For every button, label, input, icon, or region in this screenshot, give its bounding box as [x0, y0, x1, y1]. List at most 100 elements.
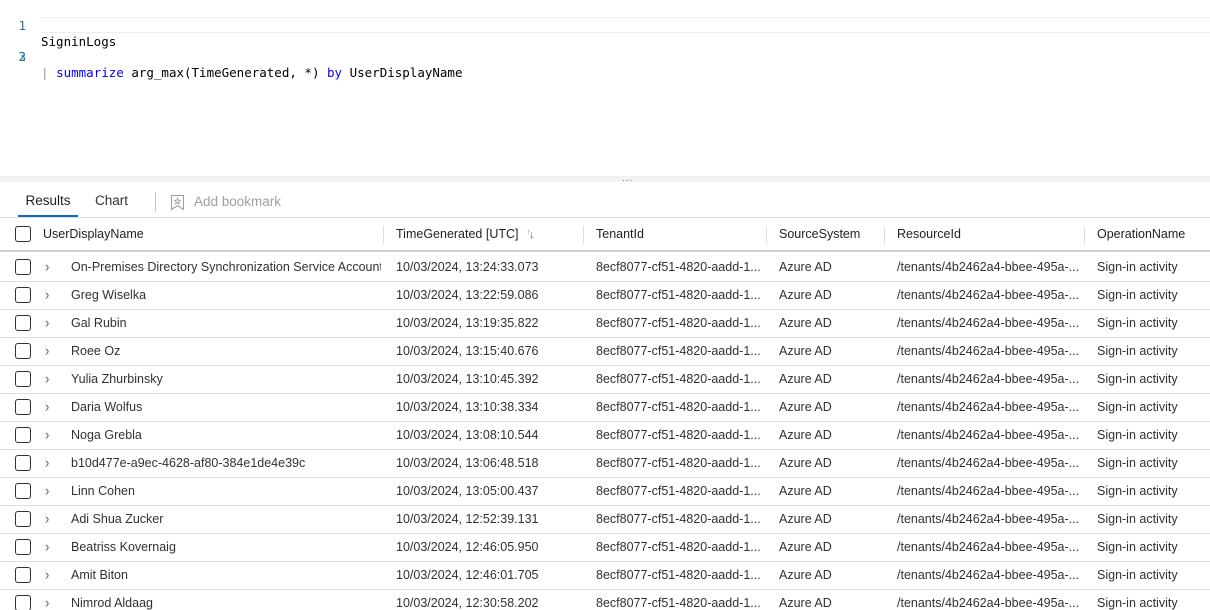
cell-operation: Sign-in activity [1097, 288, 1178, 302]
cell-time: 10/03/2024, 13:08:10.544 [396, 428, 539, 442]
code-text: | summarize arg_max(TimeGenerated, *) by… [41, 65, 462, 81]
drag-handle-icon[interactable]: ... [622, 174, 633, 184]
cell-resource: /tenants/4b2462a4-bbee-495a-... [897, 400, 1080, 414]
expand-chevron-icon[interactable]: › [45, 477, 49, 507]
cell-resource: /tenants/4b2462a4-bbee-495a-... [897, 344, 1080, 358]
sort-icon[interactable]: ↑↓ [527, 219, 535, 251]
function-token: arg_max(TimeGenerated, *) [123, 65, 327, 80]
code-line-1[interactable]: 1 SigninLogs [0, 2, 1210, 49]
expand-chevron-icon[interactable]: › [45, 337, 49, 367]
cell-time: 10/03/2024, 13:22:59.086 [396, 288, 539, 302]
expand-chevron-icon[interactable]: › [45, 561, 49, 591]
row-checkbox[interactable] [15, 371, 31, 387]
table-row[interactable]: › Gal Rubin 10/03/2024, 13:19:35.822 8ecf80… [0, 310, 1210, 338]
cell-tenant: 8ecf8077-cf51-4820-aadd-1... [596, 568, 761, 582]
row-checkbox[interactable] [15, 539, 31, 555]
tab-results-label: Results [25, 193, 71, 208]
table-row[interactable]: › Daria Wolfus 10/03/2024, 13:10:38.334 8ec… [0, 394, 1210, 422]
expand-chevron-icon[interactable]: › [45, 449, 49, 479]
table-row[interactable]: › Yulia Zhurbinsky 10/03/2024, 13:10:45.39… [0, 366, 1210, 394]
cell-operation: Sign-in activity [1097, 344, 1178, 358]
cell-source: Azure AD [779, 288, 832, 302]
table-row[interactable]: › Beatriss Kovernaig 10/03/2024, 12:46:05.… [0, 534, 1210, 562]
cell-operation: Sign-in activity [1097, 428, 1178, 442]
row-checkbox[interactable] [15, 595, 31, 610]
table-row[interactable]: › Roee Oz 10/03/2024, 13:15:40.676 8ecf8077… [0, 338, 1210, 366]
column-header-tenantid[interactable]: TenantId [596, 218, 644, 250]
expand-chevron-icon[interactable]: › [45, 365, 49, 395]
column-token: UserDisplayName [342, 65, 463, 80]
column-resize-handle[interactable] [766, 226, 767, 244]
expand-chevron-icon[interactable]: › [45, 309, 49, 339]
cell-time: 10/03/2024, 12:30:58.202 [396, 596, 539, 610]
row-checkbox[interactable] [15, 483, 31, 499]
table-row[interactable]: › Adi Shua Zucker 10/03/2024, 12:52:39.131… [0, 506, 1210, 534]
code-line-2[interactable]: 2 | summarize arg_max(TimeGenerated, *) … [0, 17, 1210, 80]
cell-user: b10d477e-a9ec-4628-af80-384e1de4e39c [71, 456, 306, 470]
table-row[interactable]: › Noga Grebla 10/03/2024, 13:08:10.544 8ecf… [0, 422, 1210, 450]
pipe-token: | [41, 65, 57, 80]
expand-chevron-icon[interactable]: › [45, 421, 49, 451]
row-checkbox[interactable] [15, 287, 31, 303]
cell-time: 10/03/2024, 13:15:40.676 [396, 344, 539, 358]
table-row[interactable]: › Linn Cohen 10/03/2024, 13:05:00.437 8ecf8… [0, 478, 1210, 506]
column-label: OperationName [1097, 227, 1186, 241]
expand-chevron-icon[interactable]: › [45, 589, 49, 610]
cell-operation: Sign-in activity [1097, 512, 1178, 526]
column-header-operationname[interactable]: OperationName [1097, 218, 1185, 250]
table-row[interactable]: › Greg Wiselka 10/03/2024, 13:22:59.086 8ec… [0, 282, 1210, 310]
column-label: SourceSystem [779, 227, 861, 241]
cell-user: Nimrod Aldaag [71, 596, 153, 610]
row-checkbox[interactable] [15, 343, 31, 359]
column-header-resourceid[interactable]: ResourceId [897, 218, 961, 250]
column-header-userdisplayname[interactable]: UserDisplayName [43, 218, 144, 250]
cell-source: Azure AD [779, 456, 832, 470]
column-resize-handle[interactable] [583, 226, 584, 244]
cell-source: Azure AD [779, 568, 832, 582]
cell-time: 10/03/2024, 12:46:05.950 [396, 540, 539, 554]
cell-tenant: 8ecf8077-cf51-4820-aadd-1... [596, 372, 761, 386]
tab-chart[interactable]: Chart [95, 188, 128, 217]
row-checkbox[interactable] [15, 315, 31, 331]
cell-resource: /tenants/4b2462a4-bbee-495a-... [897, 512, 1080, 526]
table-row[interactable]: › On-Premises Directory Synchronization S… [0, 254, 1210, 282]
pane-splitter[interactable]: ... [0, 174, 1210, 184]
expand-chevron-icon[interactable]: › [45, 533, 49, 563]
cell-operation: Sign-in activity [1097, 400, 1178, 414]
table-row[interactable]: › Amit Biton 10/03/2024, 12:46:01.705 8ecf8… [0, 562, 1210, 590]
expand-chevron-icon[interactable]: › [45, 505, 49, 535]
column-resize-handle[interactable] [1084, 226, 1085, 244]
table-row[interactable]: › b10d477e-a9ec-4628-af80-384e1de4e39c 10/… [0, 450, 1210, 478]
cell-operation: Sign-in activity [1097, 484, 1178, 498]
row-checkbox[interactable] [15, 455, 31, 471]
expand-chevron-icon[interactable]: › [45, 281, 49, 311]
cell-time: 10/03/2024, 13:06:48.518 [396, 456, 539, 470]
expand-chevron-icon[interactable]: › [45, 253, 49, 283]
cell-tenant: 8ecf8077-cf51-4820-aadd-1... [596, 316, 761, 330]
cell-operation: Sign-in activity [1097, 568, 1178, 582]
cell-user: Adi Shua Zucker [71, 512, 164, 526]
row-checkbox[interactable] [15, 259, 31, 275]
row-checkbox[interactable] [15, 399, 31, 415]
query-editor[interactable]: 1 SigninLogs 2 | summarize arg_max(TimeG… [0, 0, 1210, 176]
column-resize-handle[interactable] [383, 226, 384, 244]
column-header-timegenerated[interactable]: TimeGenerated [UTC] ↑↓ [396, 218, 535, 251]
cell-user: Greg Wiselka [71, 288, 147, 302]
expand-chevron-icon[interactable]: › [45, 393, 49, 423]
column-resize-handle[interactable] [884, 226, 885, 244]
cell-resource: /tenants/4b2462a4-bbee-495a-... [897, 484, 1080, 498]
column-header-sourcesystem[interactable]: SourceSystem [779, 218, 860, 250]
line-number: 3 [18, 49, 26, 64]
cell-source: Azure AD [779, 344, 832, 358]
cell-user: Gal Rubin [71, 316, 127, 330]
cell-tenant: 8ecf8077-cf51-4820-aadd-1... [596, 288, 761, 302]
cell-tenant: 8ecf8077-cf51-4820-aadd-1... [596, 400, 761, 414]
row-checkbox[interactable] [15, 567, 31, 583]
table-row[interactable]: › Nimrod Aldaag 10/03/2024, 12:30:58.202 8e… [0, 590, 1210, 610]
row-checkbox[interactable] [15, 511, 31, 527]
code-line-3[interactable]: 3 [0, 33, 1210, 64]
row-checkbox[interactable] [15, 427, 31, 443]
cell-user: On-Premises Directory Synchronization Se… [71, 260, 381, 274]
tab-results[interactable]: Results [18, 188, 78, 217]
select-all-checkbox[interactable] [15, 226, 31, 242]
